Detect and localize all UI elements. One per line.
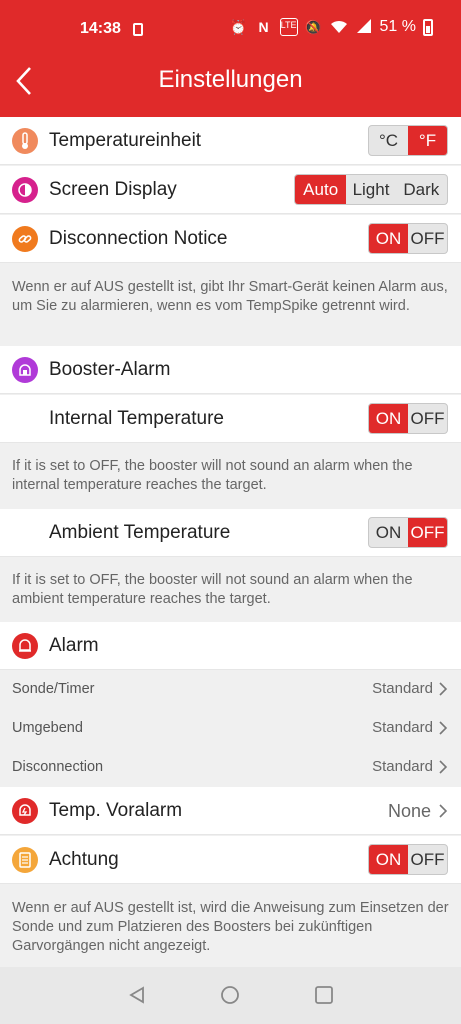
alarm-label: Alarm — [49, 635, 99, 656]
toggle-on[interactable]: ON — [369, 518, 408, 547]
display-icon — [12, 177, 38, 203]
toggle-on[interactable]: ON — [369, 845, 408, 874]
chevron-right-icon — [439, 804, 448, 818]
auto-option[interactable]: Auto — [295, 175, 347, 204]
document-icon — [12, 847, 38, 873]
internal-temperature-label: Internal Temperature — [49, 408, 224, 429]
alarm-item-value: Standard — [372, 719, 433, 736]
volte-icon: LTE — [279, 18, 298, 36]
alarm-item-label: Umgebend — [12, 720, 83, 736]
wifi-icon — [330, 18, 348, 36]
thermometer-icon — [12, 128, 38, 154]
status-bar: 14:38 ⏰ N LTE 🔕 51 % — [0, 14, 461, 44]
alarm-bell-icon — [12, 633, 38, 659]
toggle-on[interactable]: ON — [369, 224, 408, 253]
toggle-off[interactable]: OFF — [408, 404, 447, 433]
alarm-item-sonde-timer[interactable]: Sonde/Timer Standard — [0, 670, 461, 709]
booster-alarm-row: Booster-Alarm — [0, 346, 461, 394]
alarm-item-disconnection[interactable]: Disconnection Standard — [0, 748, 461, 787]
disconnection-notice-row: Disconnection Notice ON OFF — [0, 215, 461, 263]
internal-temperature-toggle[interactable]: ON OFF — [368, 403, 448, 434]
status-icons: ⏰ N LTE 🔕 51 % — [230, 18, 433, 36]
disconnection-notice-label: Disconnection Notice — [49, 228, 228, 249]
ambient-temperature-toggle[interactable]: ON OFF — [368, 517, 448, 548]
app-header: 14:38 ⏰ N LTE 🔕 51 % Einstellungen — [0, 0, 461, 117]
alarm-item-value: Standard — [372, 680, 433, 697]
home-circle-icon[interactable] — [220, 985, 240, 1005]
system-navigation-bar — [0, 967, 461, 1024]
pre-alarm-label: Temp. Voralarm — [49, 800, 183, 821]
booster-alarm-label: Booster-Alarm — [49, 359, 171, 380]
celsius-option[interactable]: °C — [369, 126, 408, 155]
signal-icon — [355, 18, 373, 36]
toggle-on[interactable]: ON — [369, 404, 408, 433]
page-title: Einstellungen — [158, 66, 303, 93]
attention-toggle[interactable]: ON OFF — [368, 844, 448, 875]
battery-percent: 51 % — [379, 18, 416, 35]
alarm-item-value: Standard — [372, 758, 433, 775]
screen-display-selector: Auto Light Dark — [294, 174, 448, 205]
dark-option[interactable]: Dark — [396, 175, 447, 204]
alarm-item-label: Sonde/Timer — [12, 681, 95, 697]
screen-display-label: Screen Display — [49, 179, 177, 200]
sim-icon — [133, 23, 143, 36]
internal-temperature-note: If it is set to OFF, the booster will no… — [0, 444, 461, 509]
battery-icon — [423, 18, 433, 36]
internal-temperature-row: Internal Temperature ON OFF — [0, 395, 461, 443]
link-icon — [12, 226, 38, 252]
temperature-unit-row: Temperatureinheit °C °F — [0, 117, 461, 165]
pre-alarm-value: None — [387, 801, 431, 821]
nfc-icon: N — [258, 19, 269, 35]
booster-icon — [12, 357, 38, 383]
ambient-temperature-label: Ambient Temperature — [49, 522, 231, 543]
ambient-temperature-row: Ambient Temperature ON OFF — [0, 509, 461, 557]
alarm-row: Alarm — [0, 622, 461, 670]
toggle-off[interactable]: OFF — [408, 518, 447, 547]
alarm-item-label: Disconnection — [12, 759, 104, 775]
disconnection-notice-toggle[interactable]: ON OFF — [368, 223, 448, 254]
temperature-unit-selector: °C °F — [368, 125, 448, 156]
mute-icon: 🔕 — [304, 19, 323, 35]
chevron-right-icon — [439, 721, 448, 735]
alarm-item-umgebend[interactable]: Umgebend Standard — [0, 709, 461, 748]
fahrenheit-option[interactable]: °F — [408, 126, 447, 155]
ambient-temperature-note: If it is set to OFF, the booster will no… — [0, 558, 461, 622]
recents-square-icon[interactable] — [314, 985, 334, 1005]
toggle-off[interactable]: OFF — [408, 224, 447, 253]
back-triangle-icon[interactable] — [127, 985, 147, 1005]
disconnection-notice-note: Wenn er auf AUS gestellt ist, gibt Ihr S… — [0, 264, 461, 346]
chevron-right-icon — [439, 682, 448, 696]
attention-row: Achtung ON OFF — [0, 836, 461, 884]
screen-display-row: Screen Display Auto Light Dark — [0, 166, 461, 214]
attention-label: Achtung — [49, 849, 119, 870]
light-option[interactable]: Light — [346, 175, 395, 204]
temperature-unit-label: Temperatureinheit — [49, 130, 202, 151]
alarm-clock-icon: ⏰ — [229, 19, 248, 35]
pre-alarm-icon — [12, 798, 38, 824]
pre-alarm-row[interactable]: Temp. Voralarm None — [0, 787, 461, 835]
toggle-off[interactable]: OFF — [408, 845, 447, 874]
chevron-right-icon — [439, 760, 448, 774]
attention-note: Wenn er auf AUS gestellt ist, wird die A… — [0, 885, 461, 967]
status-time: 14:38 — [80, 20, 121, 37]
